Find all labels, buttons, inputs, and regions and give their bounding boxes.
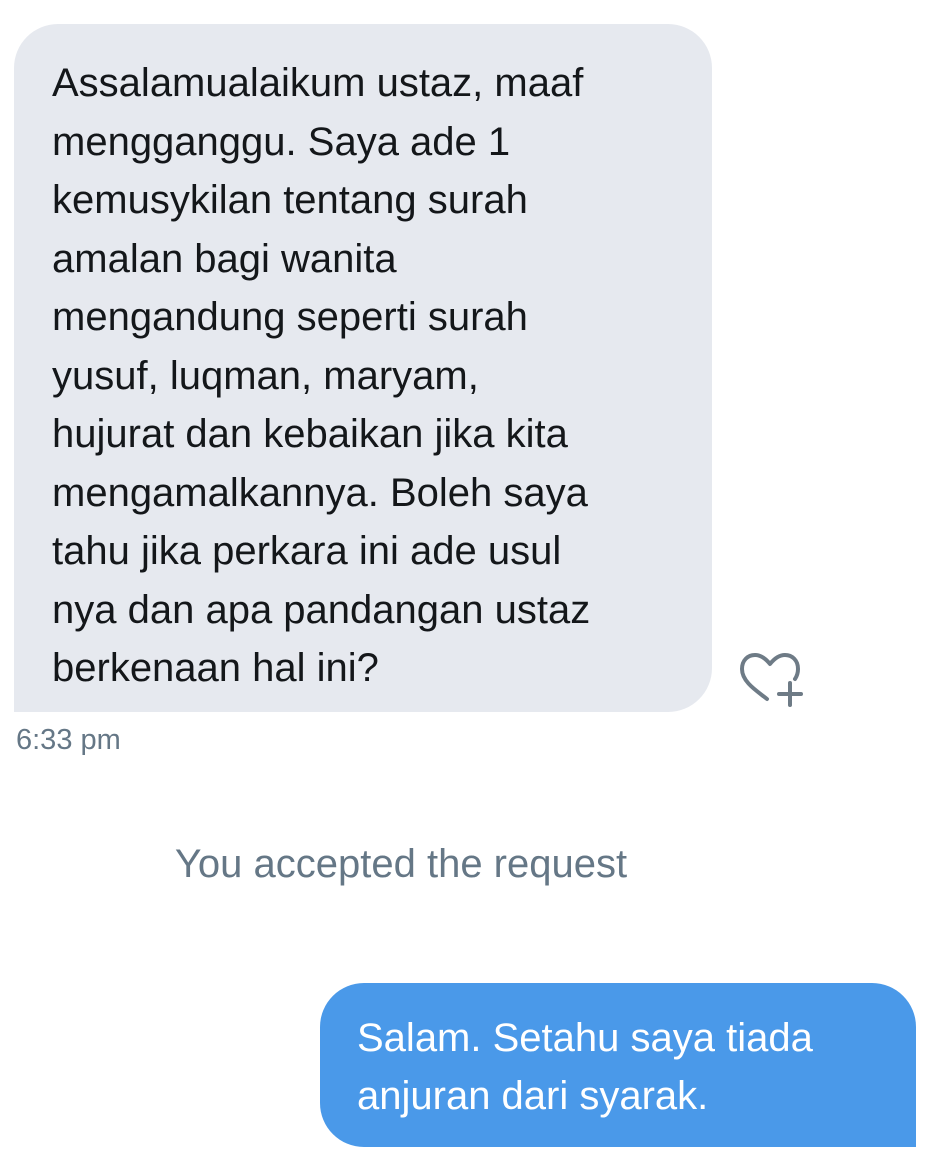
message-timestamp: 6:33 pm (16, 724, 121, 756)
outgoing-message-text: Salam. Setahu saya tiada anjuran dari sy… (357, 1016, 813, 1118)
incoming-message-bubble[interactable]: Assalamualaikum ustaz, maaf mengganggu. … (14, 24, 712, 712)
heart-plus-icon[interactable] (737, 645, 809, 709)
outgoing-message-bubble[interactable]: Salam. Setahu saya tiada anjuran dari sy… (320, 983, 916, 1147)
request-accepted-note: You accepted the request (174, 842, 628, 886)
incoming-message-text: Assalamualaikum ustaz, maaf mengganggu. … (52, 61, 591, 690)
